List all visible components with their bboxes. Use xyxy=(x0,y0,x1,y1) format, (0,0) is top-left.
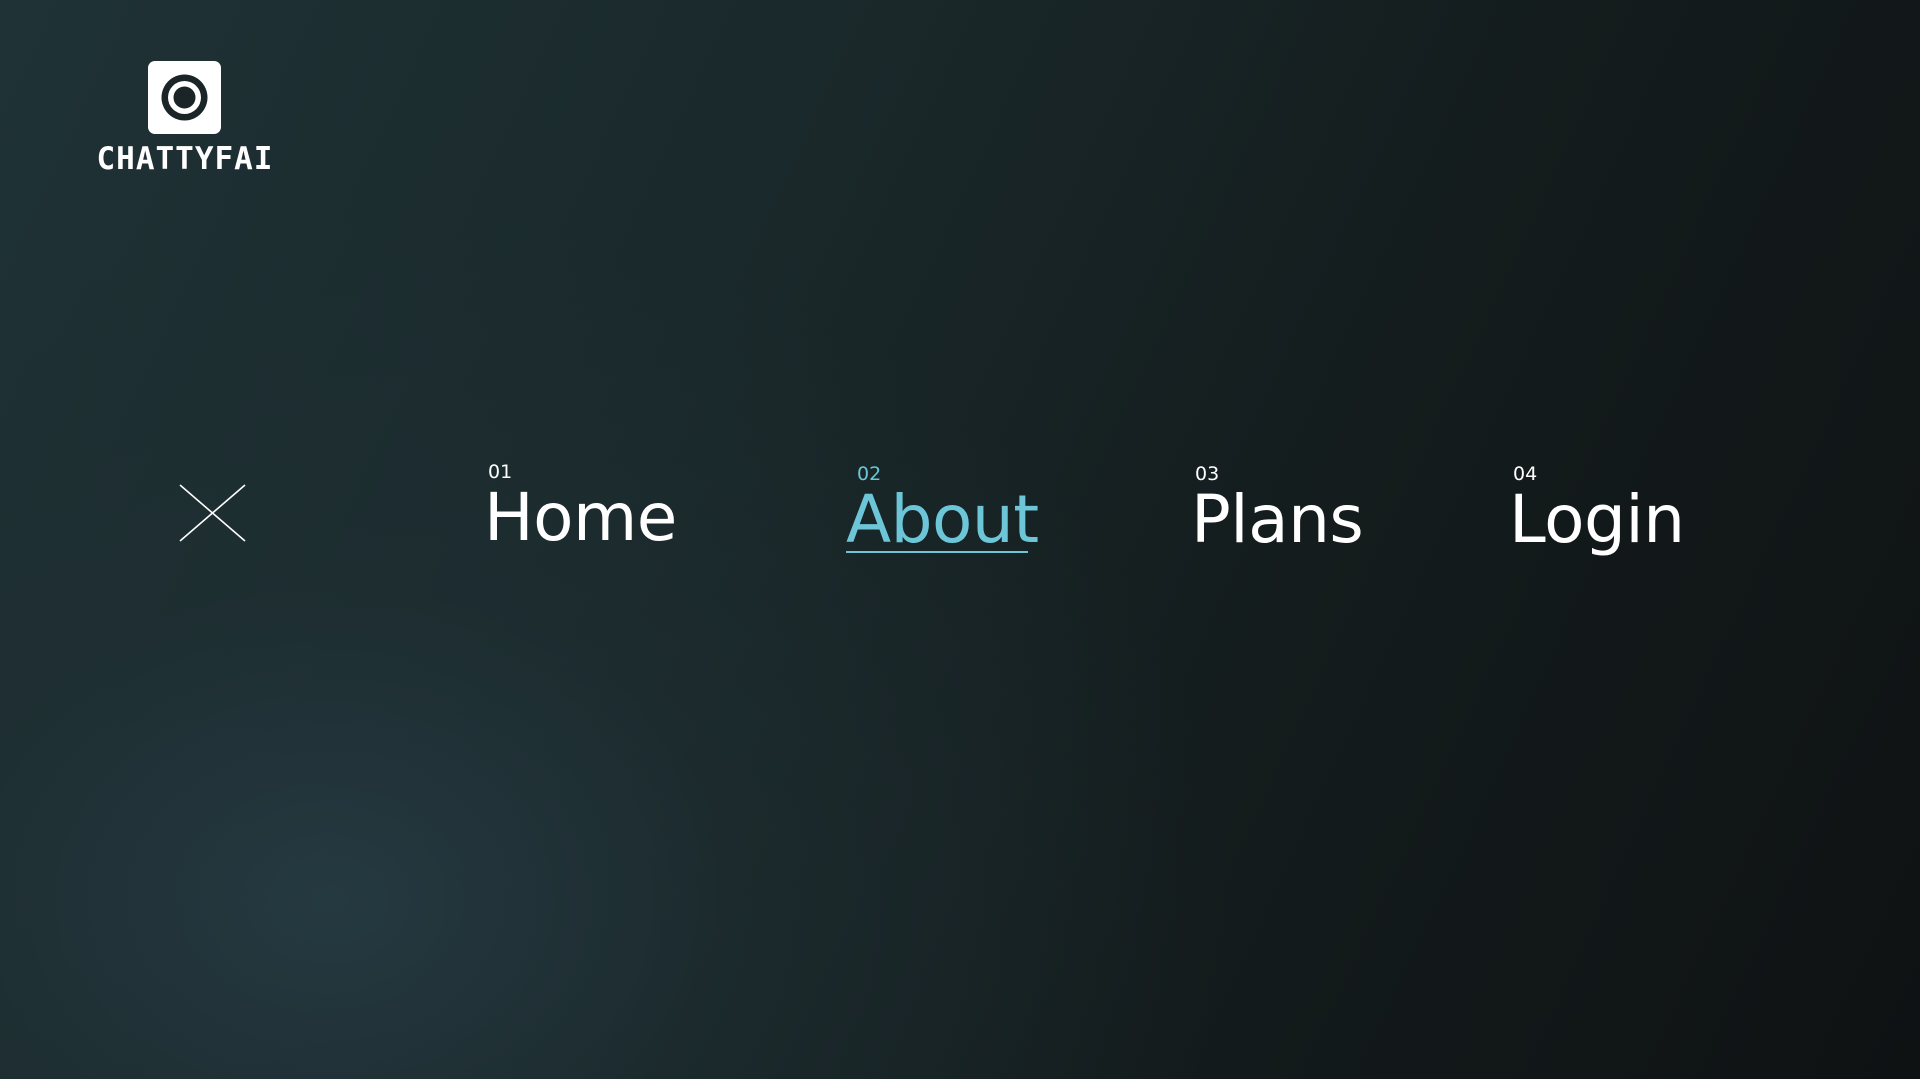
close-icon xyxy=(179,484,246,542)
nav-item-plans[interactable]: 03 Plans xyxy=(1191,464,1401,564)
nav-label: Plans xyxy=(1191,481,1364,558)
brand-logo[interactable]: CHATTYFAI xyxy=(70,60,300,180)
target-icon xyxy=(148,61,221,134)
nav-label: About xyxy=(846,481,1039,558)
active-nav-underline xyxy=(846,551,1028,553)
nav-item-home[interactable]: 01 Home xyxy=(484,462,694,562)
nav-item-login[interactable]: 04 Login xyxy=(1509,464,1719,564)
close-menu-button[interactable] xyxy=(178,484,246,542)
brand-name: CHATTYFAI xyxy=(96,141,274,177)
nav-label: Home xyxy=(484,479,677,556)
nav-label: Login xyxy=(1509,481,1685,558)
nav-item-about[interactable]: 02 About xyxy=(846,464,1056,564)
